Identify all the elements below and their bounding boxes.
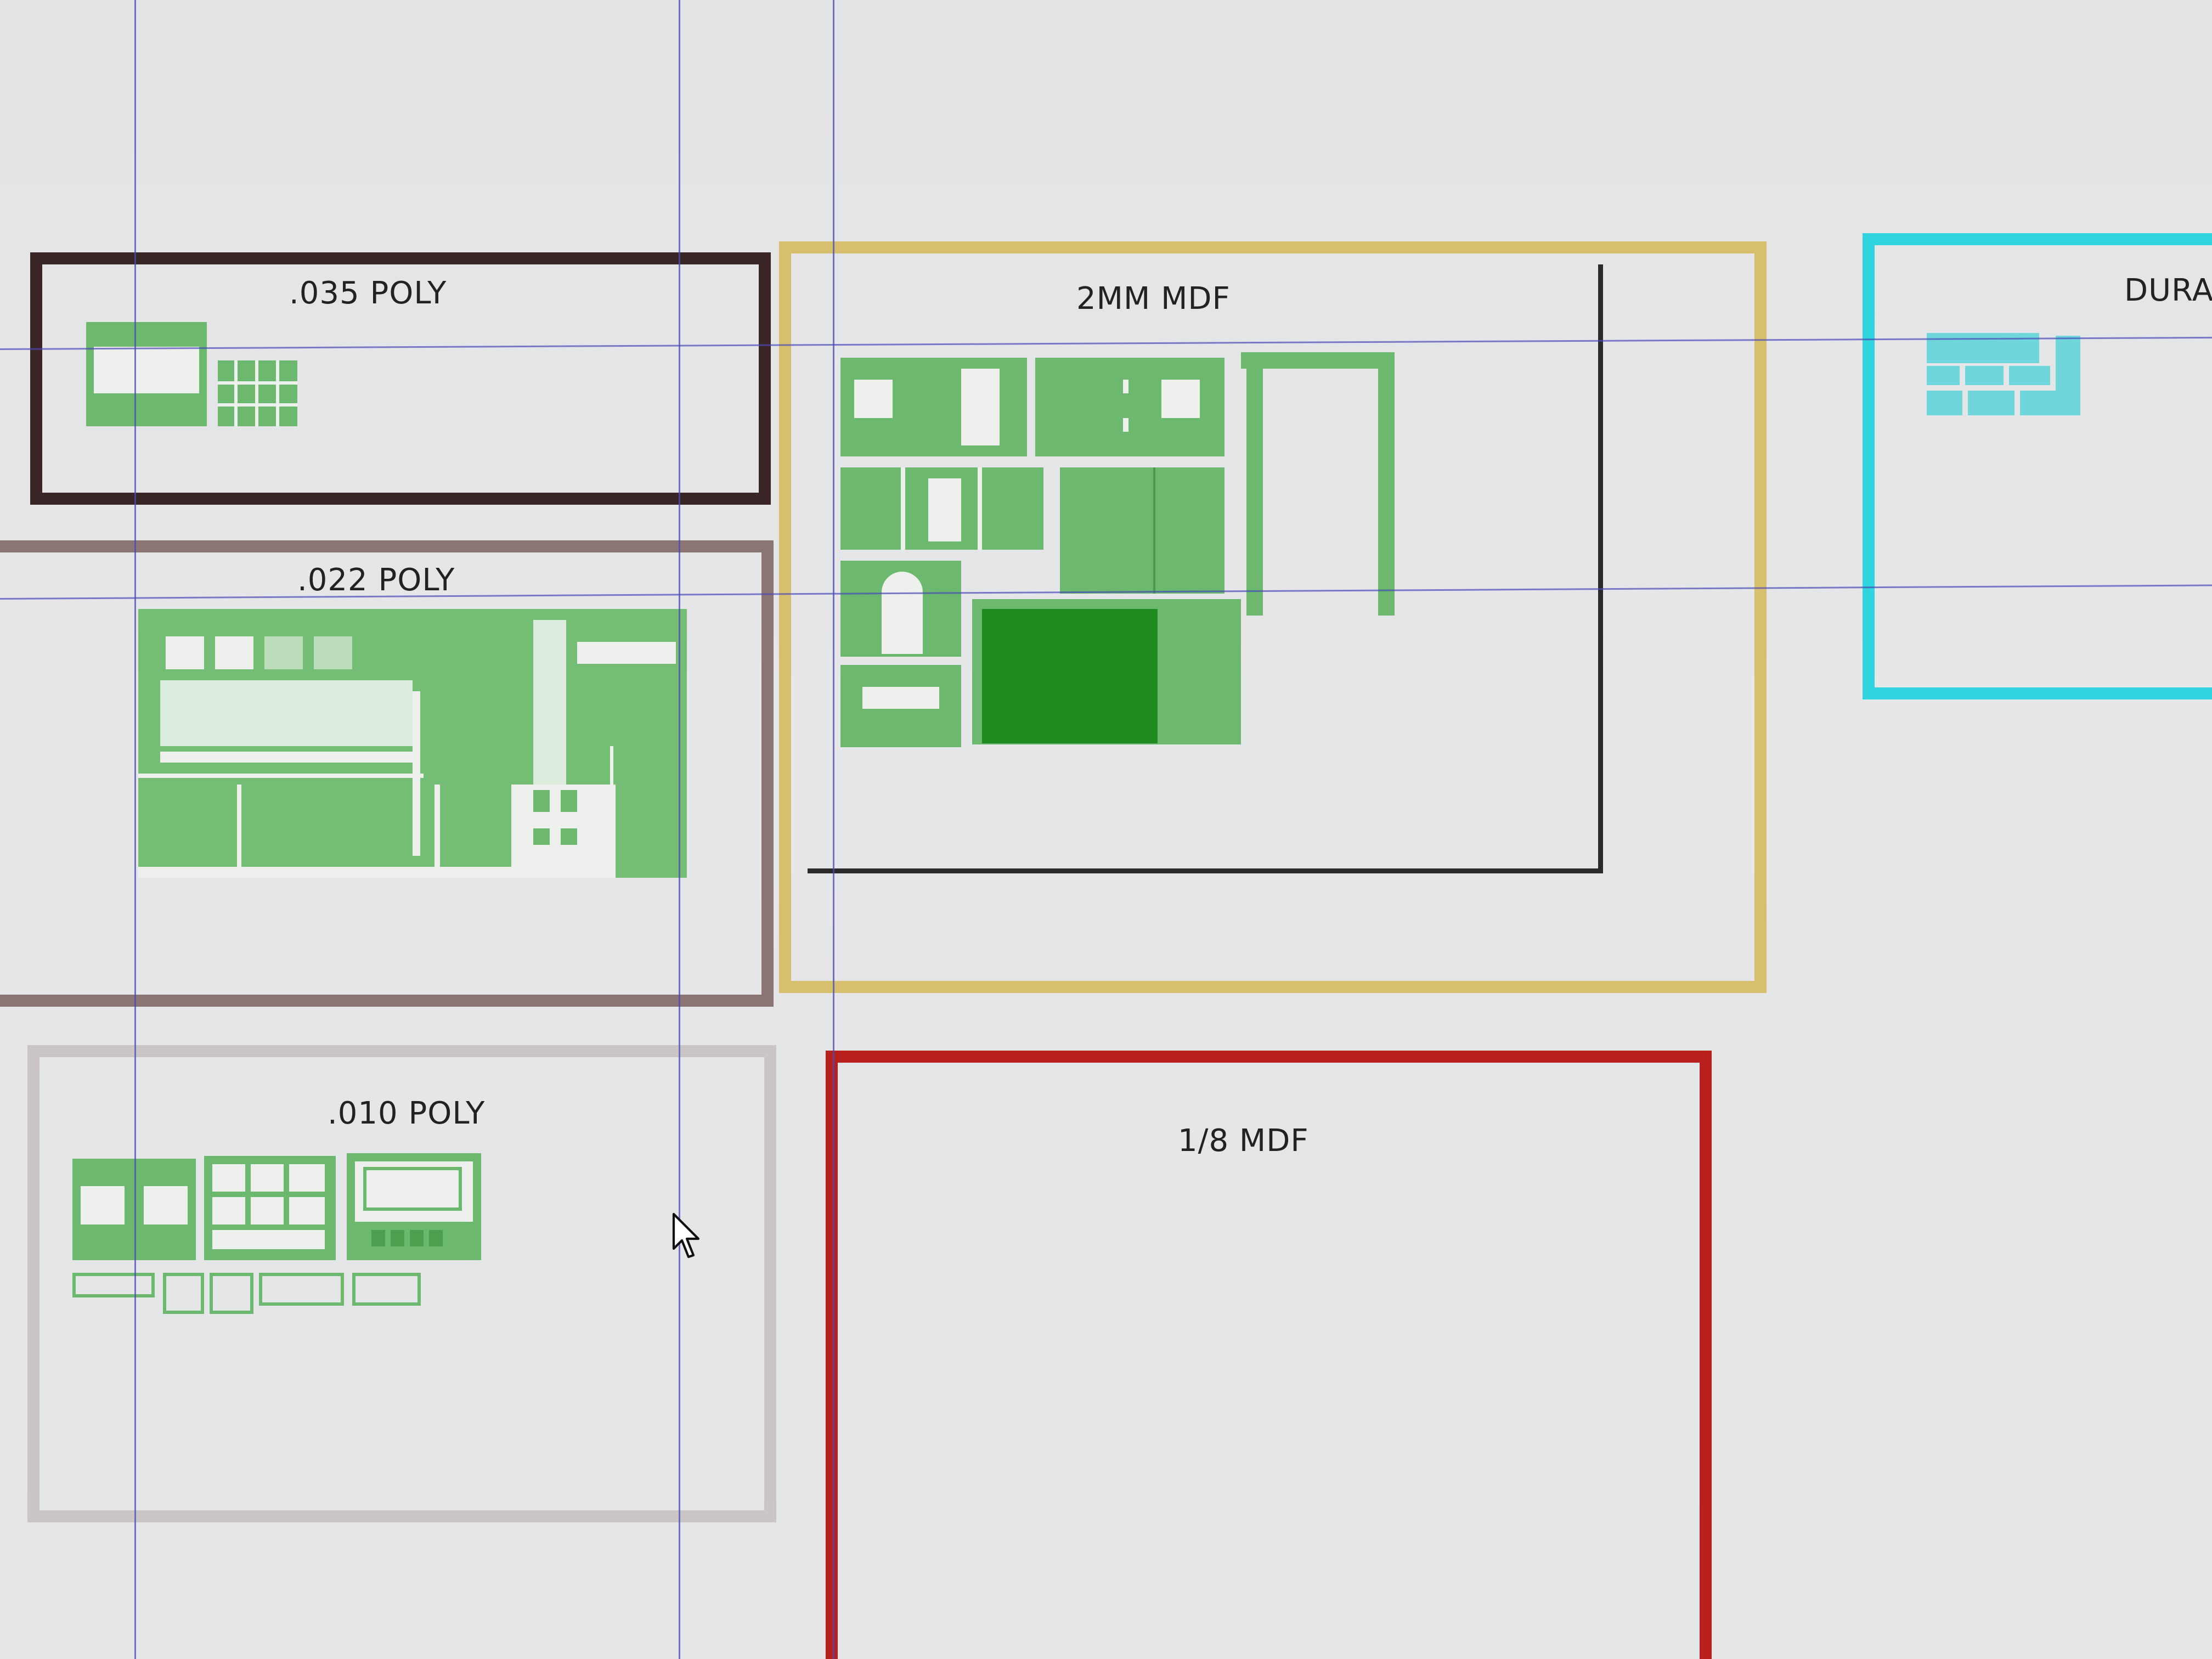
board-022-poly[interactable]: .022 POLY bbox=[0, 540, 774, 1007]
part-panel-a[interactable] bbox=[1060, 467, 1224, 594]
board-label: .035 POLY bbox=[289, 275, 447, 311]
part-small-a[interactable] bbox=[72, 1273, 155, 1297]
part-dura-b[interactable] bbox=[1927, 366, 1960, 385]
board-1-8-mdf[interactable]: 1/8 MDF bbox=[826, 1051, 1712, 1659]
board-2mm-mdf[interactable]: 2MM MDF bbox=[779, 241, 1767, 993]
board-label: 1/8 MDF bbox=[1178, 1123, 1309, 1159]
part-dura-f[interactable] bbox=[1968, 391, 2015, 415]
part-wall-c[interactable] bbox=[840, 467, 1043, 550]
part-arched-wall[interactable] bbox=[840, 561, 961, 657]
part-grid[interactable] bbox=[218, 360, 297, 426]
arrow-pointer-icon bbox=[672, 1212, 700, 1259]
part-wall-a[interactable] bbox=[840, 358, 1027, 456]
part-control-panel[interactable] bbox=[347, 1153, 481, 1260]
part-dura-e[interactable] bbox=[1927, 391, 1962, 415]
part-bracket[interactable] bbox=[1241, 352, 1395, 369]
board-dura[interactable]: DURA bbox=[1863, 233, 2212, 699]
guide-line-vertical[interactable] bbox=[679, 0, 680, 1659]
board-035-poly[interactable]: .035 POLY bbox=[30, 252, 771, 505]
part-small-e[interactable] bbox=[352, 1273, 421, 1306]
board-label: DURA bbox=[2124, 273, 2212, 308]
part-sheet-022[interactable] bbox=[138, 609, 687, 878]
part-wall-d[interactable] bbox=[840, 665, 961, 747]
part-floor[interactable] bbox=[972, 599, 1241, 744]
part-frame[interactable] bbox=[86, 322, 207, 426]
part-small-b[interactable] bbox=[163, 1273, 204, 1314]
guide-line-vertical[interactable] bbox=[833, 0, 834, 1659]
part-dura-h[interactable] bbox=[2056, 336, 2080, 415]
guide-line-vertical[interactable] bbox=[134, 0, 136, 1659]
part-small-d[interactable] bbox=[259, 1273, 344, 1306]
part-bracket-right[interactable] bbox=[1378, 352, 1395, 616]
board-label: .022 POLY bbox=[297, 562, 455, 598]
part-grid-panel[interactable] bbox=[204, 1156, 336, 1260]
board-label: .010 POLY bbox=[328, 1096, 486, 1131]
part-dura-d[interactable] bbox=[2009, 366, 2050, 385]
part-dura-c[interactable] bbox=[1965, 366, 2004, 385]
part-small-c[interactable] bbox=[210, 1273, 253, 1314]
part-wall-b[interactable] bbox=[1035, 358, 1224, 456]
board-010-poly[interactable]: .010 POLY bbox=[27, 1045, 776, 1522]
design-canvas[interactable]: .035 POLY .022 POLY 2MM MDF DURA .010 PO… bbox=[0, 0, 2212, 1659]
part-bracket-left[interactable] bbox=[1246, 352, 1263, 616]
